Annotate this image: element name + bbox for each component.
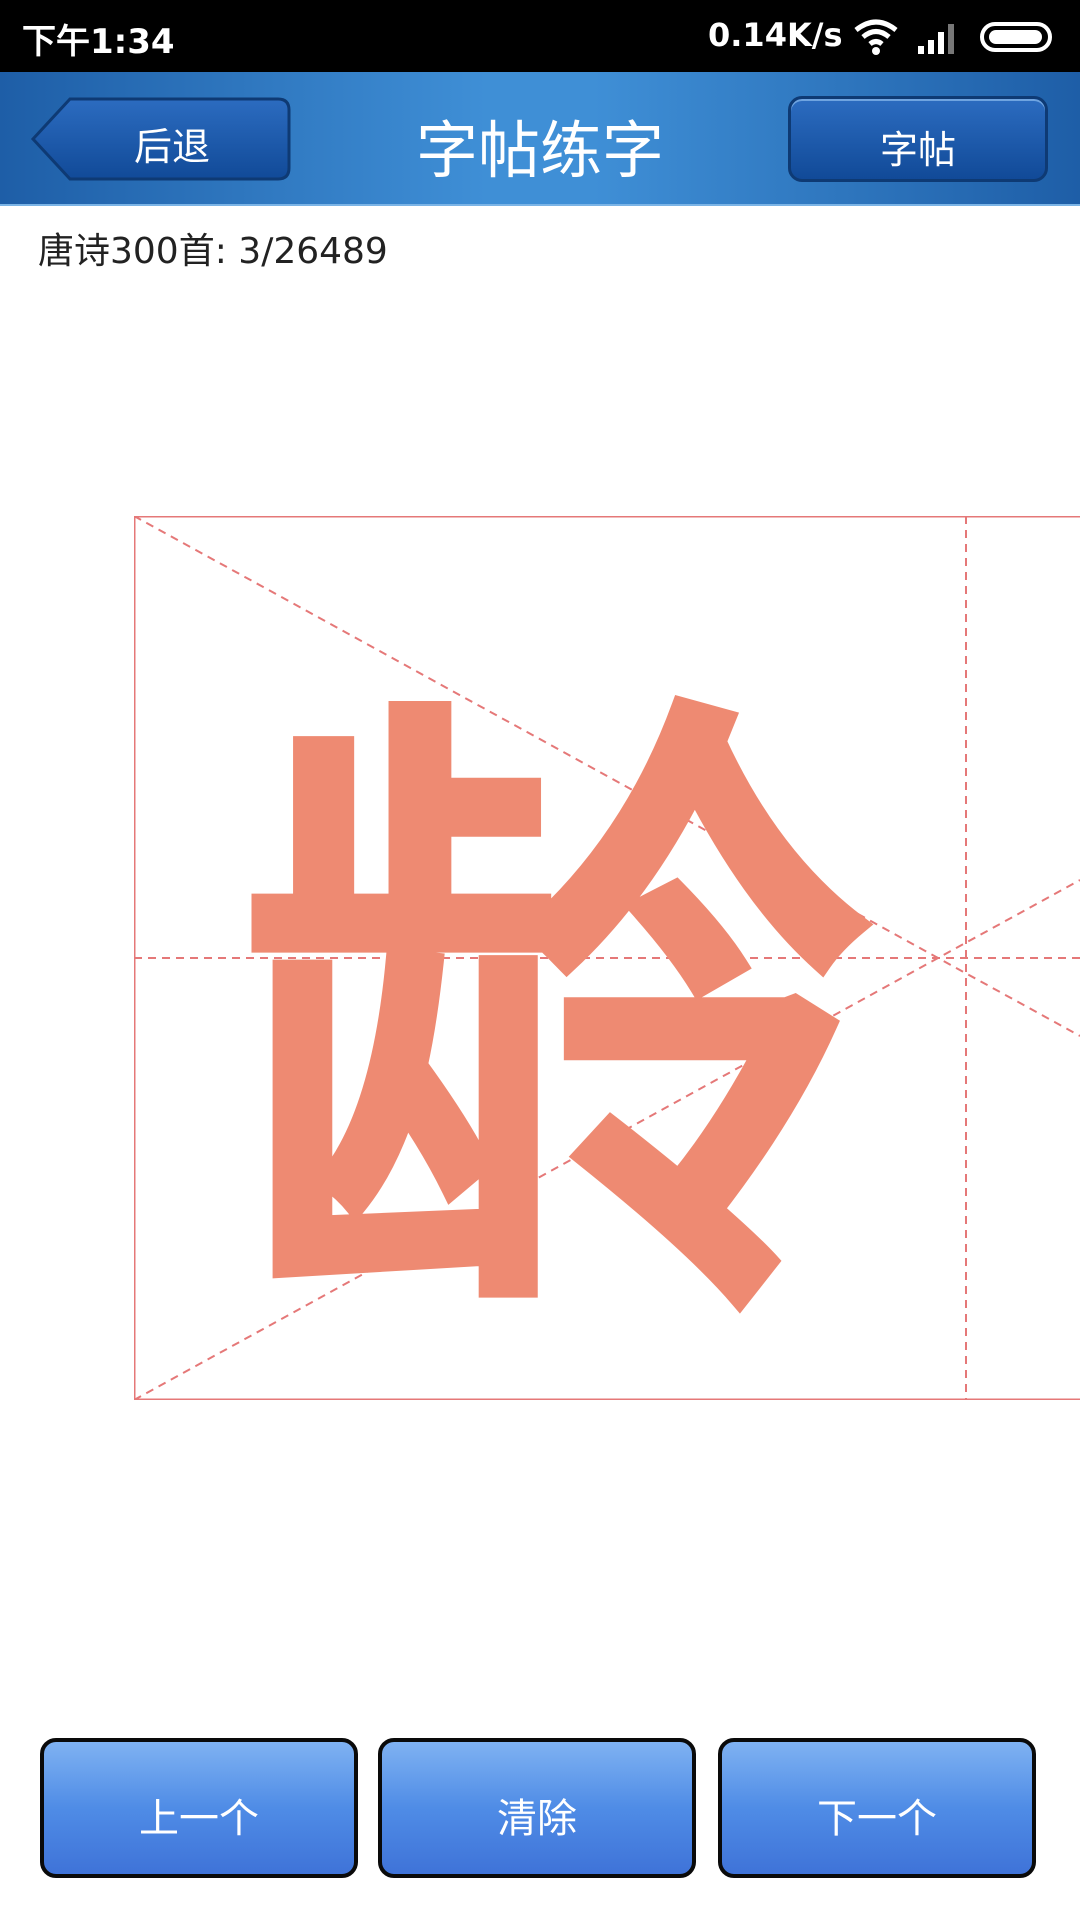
previous-button-label: 上一个 (139, 1796, 259, 1842)
back-button[interactable]: 后退 (30, 96, 292, 182)
copybook-button-label: 字帖 (879, 128, 956, 172)
wifi-icon (852, 16, 900, 56)
progress-text: 唐诗300首: 3/26489 (38, 231, 388, 272)
practice-canvas[interactable]: 龄 (134, 516, 1080, 1400)
signal-icon (916, 18, 962, 54)
network-speed: 0.14K/s (708, 16, 843, 54)
copybook-character: 龄 (234, 645, 874, 1397)
copybook-button[interactable]: 字帖 (788, 96, 1048, 182)
back-button-label: 后退 (134, 125, 211, 169)
battery-icon (980, 22, 1052, 52)
next-button[interactable]: 下一个 (718, 1738, 1036, 1878)
previous-button[interactable]: 上一个 (40, 1738, 358, 1878)
clear-button-label: 清除 (497, 1796, 577, 1842)
status-time: 下午1:34 (22, 22, 175, 62)
next-button-label: 下一个 (817, 1796, 937, 1842)
clear-button[interactable]: 清除 (378, 1738, 696, 1878)
page-title: 字帖练字 (415, 114, 664, 187)
title-bar: 后退 字帖练字 字帖 (0, 72, 1080, 206)
status-bar: 下午1:34 0.14K/s (0, 0, 1080, 72)
